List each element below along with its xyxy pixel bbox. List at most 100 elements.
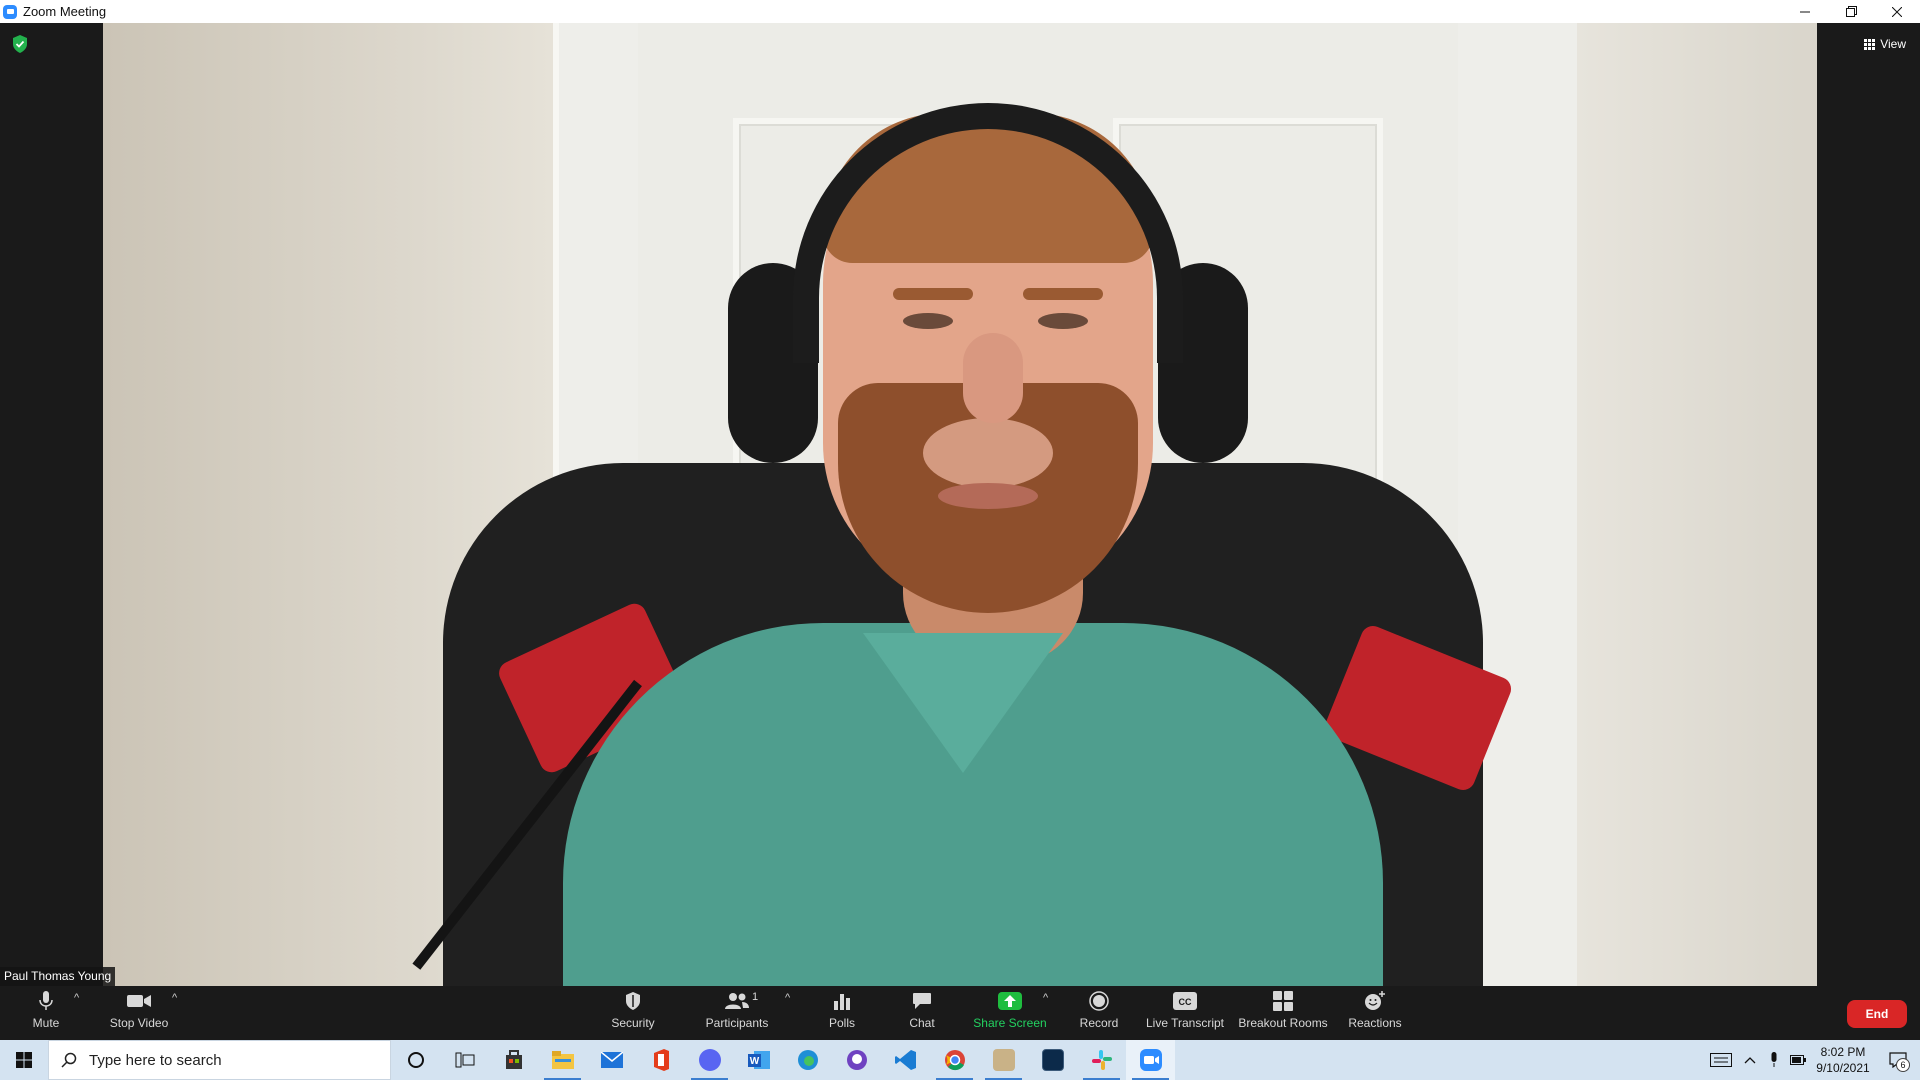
meeting-toolbar: Mute ^ Stop Video ^ Security Participant… <box>0 986 1920 1040</box>
security-shield-icon <box>626 992 640 1010</box>
encryption-shield-icon[interactable] <box>12 35 28 53</box>
view-label: View <box>1880 37 1906 51</box>
taskbar-app-discord[interactable] <box>685 1040 734 1080</box>
breakout-rooms-icon <box>1273 991 1293 1011</box>
notification-count-badge: 6 <box>1896 1058 1910 1072</box>
store-icon <box>505 1050 522 1069</box>
discord-icon <box>698 1049 721 1071</box>
polls-bar-chart-icon <box>834 994 850 1010</box>
participant-video[interactable] <box>103 23 1817 986</box>
security-button[interactable]: Security <box>603 986 663 1040</box>
participants-label: Participants <box>705 1016 769 1030</box>
taskbar-app-terminal[interactable] <box>1028 1040 1077 1080</box>
share-options-chevron-icon[interactable]: ^ <box>1043 992 1048 1004</box>
taskbar-app-edge[interactable] <box>783 1040 832 1080</box>
record-icon <box>1089 991 1109 1011</box>
taskbar-app-word[interactable]: W <box>734 1040 783 1080</box>
minimize-icon <box>1800 11 1810 12</box>
office-icon <box>653 1049 669 1071</box>
closed-caption-icon: CC <box>1173 992 1197 1010</box>
breakout-rooms-label: Breakout Rooms <box>1238 1016 1328 1030</box>
close-icon <box>1892 6 1902 17</box>
github-desktop-icon <box>846 1050 867 1070</box>
close-button[interactable] <box>1874 0 1920 23</box>
start-button[interactable] <box>0 1040 48 1080</box>
cortana-button[interactable] <box>391 1040 440 1080</box>
windows-taskbar: Type here to search W 8:02 PM 9/10/2021 … <box>0 1040 1920 1080</box>
mute-button[interactable]: Mute <box>22 986 70 1040</box>
audio-options-chevron-icon[interactable]: ^ <box>74 992 79 1004</box>
taskbar-app-github[interactable] <box>832 1040 881 1080</box>
stop-video-label: Stop Video <box>109 1016 169 1030</box>
chat-label: Chat <box>909 1016 935 1030</box>
show-hidden-icons-button[interactable] <box>1738 1040 1762 1080</box>
taskbar-app-office[interactable] <box>636 1040 685 1080</box>
zoom-icon <box>1139 1049 1162 1071</box>
keyboard-layout-button[interactable] <box>1704 1040 1738 1080</box>
taskbar-clock[interactable]: 8:02 PM 9/10/2021 <box>1810 1044 1876 1076</box>
window-controls <box>1782 0 1920 23</box>
battery-button[interactable] <box>1786 1040 1810 1080</box>
participants-options-chevron-icon[interactable]: ^ <box>785 992 790 1004</box>
chat-bubble-icon <box>913 993 931 1009</box>
clock-time: 8:02 PM <box>1820 1045 1866 1059</box>
taskbar-app-mail[interactable] <box>587 1040 636 1080</box>
keyboard-icon <box>1710 1053 1732 1067</box>
title-bar: Zoom Meeting <box>0 0 1920 23</box>
meeting-area: View Paul Thomas Young <box>0 23 1920 986</box>
minimize-button[interactable] <box>1782 0 1828 23</box>
action-center-button[interactable]: 6 <box>1876 1040 1920 1080</box>
task-view-icon <box>455 1052 474 1068</box>
security-label: Security <box>611 1016 655 1030</box>
record-label: Record <box>1079 1016 1119 1030</box>
reactions-smiley-icon <box>1365 991 1385 1010</box>
edge-icon <box>797 1050 818 1070</box>
view-button[interactable]: View <box>1864 34 1906 54</box>
taskbar-app-slack[interactable] <box>1077 1040 1126 1080</box>
video-options-chevron-icon[interactable]: ^ <box>172 992 177 1004</box>
record-button[interactable]: Record <box>1078 986 1120 1040</box>
chat-button[interactable]: Chat <box>902 986 942 1040</box>
mail-icon <box>600 1052 623 1068</box>
end-meeting-button[interactable]: End <box>1847 1000 1907 1028</box>
cortana-icon <box>407 1052 424 1068</box>
mute-label: Mute <box>32 1016 60 1030</box>
share-screen-arrow-icon <box>998 992 1022 1010</box>
microphone-tray-icon <box>1771 1052 1777 1067</box>
system-tray: 8:02 PM 9/10/2021 6 <box>1704 1040 1920 1080</box>
zoom-app-icon <box>3 4 17 19</box>
battery-icon <box>1790 1055 1806 1065</box>
task-view-button[interactable] <box>440 1040 489 1080</box>
windows-logo-icon <box>16 1052 32 1068</box>
taskbar-app-store[interactable] <box>489 1040 538 1080</box>
polls-button[interactable]: Polls <box>822 986 862 1040</box>
taskbar-app-notes[interactable] <box>979 1040 1028 1080</box>
stop-video-button[interactable]: Stop Video <box>104 986 174 1040</box>
share-screen-button[interactable]: Share Screen <box>970 986 1050 1040</box>
app-icon <box>992 1049 1015 1071</box>
taskbar-app-chrome[interactable] <box>930 1040 979 1080</box>
polls-label: Polls <box>828 1016 855 1030</box>
participants-count: 1 <box>752 991 759 1003</box>
taskbar-app-file-explorer[interactable] <box>538 1040 587 1080</box>
search-placeholder: Type here to search <box>89 1051 222 1069</box>
svg-text:CC: CC <box>1179 997 1192 1007</box>
live-transcript-label: Live Transcript <box>1145 1016 1225 1030</box>
clock-date: 9/10/2021 <box>1816 1061 1870 1075</box>
microphone-tray-button[interactable] <box>1762 1040 1786 1080</box>
slack-icon <box>1091 1050 1112 1070</box>
reactions-label: Reactions <box>1348 1016 1402 1030</box>
participants-button[interactable]: Participants 1 <box>700 986 774 1040</box>
vscode-icon <box>894 1050 916 1070</box>
taskbar-search-input[interactable]: Type here to search <box>48 1040 391 1080</box>
breakout-rooms-button[interactable]: Breakout Rooms <box>1238 986 1328 1040</box>
video-camera-icon <box>127 995 151 1007</box>
participant-name-tag: Paul Thomas Young <box>0 967 116 986</box>
reactions-button[interactable]: Reactions <box>1345 986 1405 1040</box>
live-transcript-button[interactable]: CC Live Transcript <box>1145 986 1225 1040</box>
restore-button[interactable] <box>1828 0 1874 23</box>
taskbar-app-vscode[interactable] <box>881 1040 930 1080</box>
microphone-icon <box>39 991 53 1010</box>
taskbar-app-zoom[interactable] <box>1126 1040 1175 1080</box>
file-explorer-icon <box>551 1051 574 1069</box>
